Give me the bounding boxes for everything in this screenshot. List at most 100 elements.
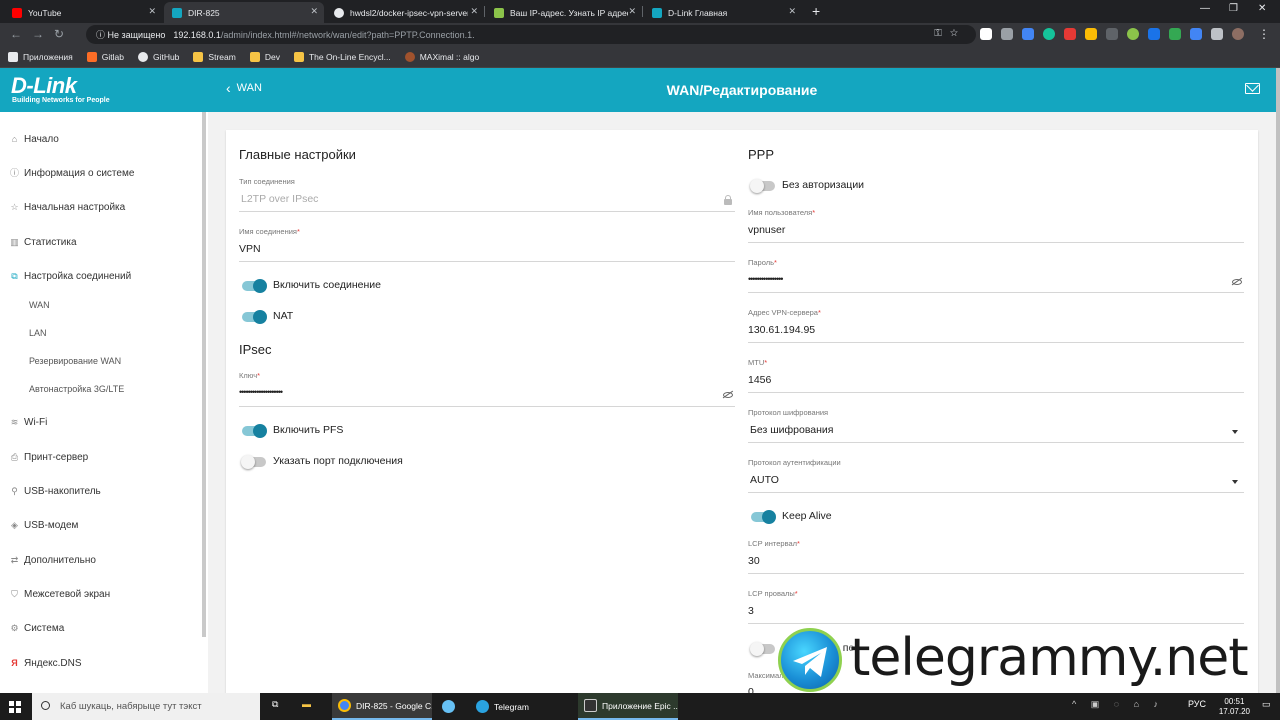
sidebar-item-initial-setup[interactable]: ☆ Начальная настройка [10, 202, 125, 213]
bookmark-encyclopedia[interactable]: The On-Line Encycl... [293, 51, 391, 62]
pfs-toggle[interactable] [242, 424, 267, 438]
lcp-failures-input[interactable]: 3 [748, 605, 754, 617]
puzzle-icon[interactable] [1211, 28, 1223, 40]
encryption-select[interactable]: Без шифрования [750, 424, 834, 436]
new-tab-button[interactable]: + [812, 3, 820, 19]
maximize-button[interactable]: ❐ [1229, 3, 1238, 14]
sidebar-subitem-lan[interactable]: LAN [29, 328, 47, 338]
conn-type-underline [239, 211, 735, 212]
avatar[interactable] [1232, 28, 1244, 40]
sidebar-item-advanced[interactable]: ⇄ Дополнительно [10, 555, 96, 566]
grammarly-icon[interactable] [1043, 28, 1055, 40]
conn-name-input[interactable]: VPN [239, 243, 261, 255]
bookmark-dev[interactable]: Dev [249, 51, 280, 62]
ipsec-key-input[interactable]: •••••••••••••••••••• [239, 387, 283, 397]
auth-protocol-select[interactable]: AUTO [750, 474, 779, 486]
close-icon[interactable]: ✕ [628, 6, 636, 17]
task-view-icon[interactable]: ⧉ [272, 699, 278, 710]
eye-off-icon[interactable] [723, 392, 733, 398]
extension-icon[interactable] [1106, 28, 1118, 40]
window-close-button[interactable]: ✕ [1258, 3, 1266, 14]
dlink-logo[interactable]: D-Link Building Networks for People [0, 68, 208, 112]
page-scrollbar[interactable] [1276, 68, 1280, 693]
tab-github[interactable]: hwdsl2/docker-ipsec-vpn-server ✕ [326, 2, 484, 23]
language-indicator[interactable]: РУС [1188, 699, 1206, 709]
sidebar-subitem-wan-backup[interactable]: Резервирование WAN [29, 356, 121, 366]
taskbar-item-epic[interactable]: Приложение Epic ... [578, 693, 678, 720]
tab-dlink-home[interactable]: D-Link Главная ✕ [644, 2, 802, 23]
keep-alive-toggle[interactable] [751, 510, 776, 524]
windows-start-icon[interactable] [9, 701, 21, 713]
taskbar-item-telegram[interactable]: Telegram [470, 693, 570, 720]
sidebar-item-home[interactable]: ⌂ Начало [10, 134, 59, 145]
bookmark-apps[interactable]: Приложения [8, 51, 73, 62]
sidebar-item-firewall[interactable]: ⛉ Межсетевой экран [10, 589, 110, 600]
file-explorer-icon[interactable]: ▬ [302, 699, 311, 709]
sidebar-subitem-wan[interactable]: WAN [29, 300, 50, 310]
lcp-interval-input[interactable]: 30 [748, 555, 760, 567]
extension-icon[interactable] [1169, 28, 1181, 40]
bookmark-gitlab[interactable]: Gitlab [86, 51, 124, 62]
bookmark-github[interactable]: GitHub [137, 51, 179, 62]
tab-ip-address[interactable]: Ваш IP-адрес. Узнать IP адрес, с ✕ [486, 2, 642, 23]
extension-icon[interactable] [1127, 28, 1139, 40]
key-icon[interactable]: ⚿☆ [934, 28, 966, 39]
extension-icon[interactable] [1001, 28, 1013, 40]
sidebar-item-wifi[interactable]: ≋ Wi-Fi [10, 417, 48, 428]
reload-icon[interactable]: ↻ [54, 27, 64, 41]
close-icon[interactable]: ✕ [310, 6, 318, 17]
username-input[interactable]: vpnuser [748, 224, 785, 236]
notifications-icon[interactable]: ▭ [1262, 699, 1271, 710]
sidebar-item-system-info[interactable]: ⓘ Информация о системе [10, 168, 134, 179]
mail-icon[interactable] [1245, 83, 1260, 94]
close-icon[interactable]: ✕ [470, 6, 478, 17]
extension-icon[interactable] [1190, 28, 1202, 40]
sidebar-subitem-3g-lte[interactable]: Автонастройка 3G/LTE [29, 384, 124, 394]
clock[interactable]: 00:51 17.07.20 [1219, 697, 1250, 717]
ipsec-key-underline [239, 406, 735, 407]
partial-toggle[interactable] [750, 642, 775, 656]
tray-icons[interactable]: ^ ▣ ◌ ⌂ ♪ [1072, 699, 1164, 710]
mtu-input[interactable]: 1456 [748, 374, 771, 386]
extension-icon[interactable] [980, 28, 992, 40]
chevron-down-icon[interactable] [1232, 430, 1238, 434]
sidebar-item-print-server[interactable]: ⎙ Принт-сервер [10, 452, 88, 463]
sidebar-item-connections[interactable]: ⧉ Настройка соединений [10, 271, 131, 282]
extension-icon[interactable] [1085, 28, 1097, 40]
chevron-down-icon[interactable] [1232, 480, 1238, 484]
sidebar-item-system[interactable]: ⚙ Система [10, 623, 64, 634]
extension-icon[interactable] [1148, 28, 1160, 40]
port-toggle[interactable] [241, 455, 266, 469]
tab-dir-825[interactable]: DIR-825 ✕ [164, 2, 324, 23]
eye-off-icon[interactable] [1232, 279, 1242, 285]
close-icon[interactable]: ✕ [148, 6, 156, 17]
vpn-server-input[interactable]: 130.61.194.95 [748, 324, 815, 336]
sidebar-scrollbar[interactable] [202, 112, 206, 637]
minimize-button[interactable]: — [1200, 3, 1210, 14]
extension-icon[interactable] [1022, 28, 1034, 40]
sidebar-item-usb-storage[interactable]: ⚲ USB-накопитель [10, 486, 101, 497]
forward-arrow-icon[interactable]: → [32, 27, 44, 41]
tab-youtube[interactable]: YouTube ✕ [4, 2, 162, 23]
kebab-menu-icon[interactable]: ⋮ [1258, 27, 1270, 41]
nat-toggle[interactable] [242, 310, 267, 324]
partial-field-input[interactable]: 0 [748, 686, 754, 693]
close-icon[interactable]: ✕ [788, 6, 796, 17]
taskbar-item-chrome[interactable]: DIR-825 - Google C... [332, 693, 432, 720]
sidebar-item-statistics[interactable]: ▥ Статистика [10, 237, 76, 248]
github-icon [137, 51, 148, 62]
bookmark-stream[interactable]: Stream [193, 51, 236, 62]
sidebar-item-usb-modem[interactable]: ◈ USB-модем [10, 520, 78, 531]
password-input[interactable]: •••••••••••••••• [748, 274, 783, 284]
enable-connection-toggle[interactable] [242, 279, 267, 293]
bookmark-maximal[interactable]: MAXimal :: algo [404, 51, 479, 62]
no-auth-toggle[interactable] [750, 179, 775, 193]
sidebar-item-yandex-dns[interactable]: Я Яндекс.DNS [10, 658, 81, 669]
taskbar-search-input[interactable]: Каб шукаць, набярыце тут тэкст [32, 693, 260, 720]
security-indicator[interactable]: ⓘ Не защищено [96, 28, 165, 41]
address-bar[interactable]: ⓘ Не защищено 192.168.0.1/admin/index.ht… [86, 25, 976, 44]
adblock-icon[interactable] [1064, 28, 1076, 40]
enable-connection-label: Включить соединение [273, 279, 381, 291]
back-arrow-icon[interactable]: ← [10, 27, 22, 41]
taskbar-item-steam[interactable] [436, 693, 466, 720]
